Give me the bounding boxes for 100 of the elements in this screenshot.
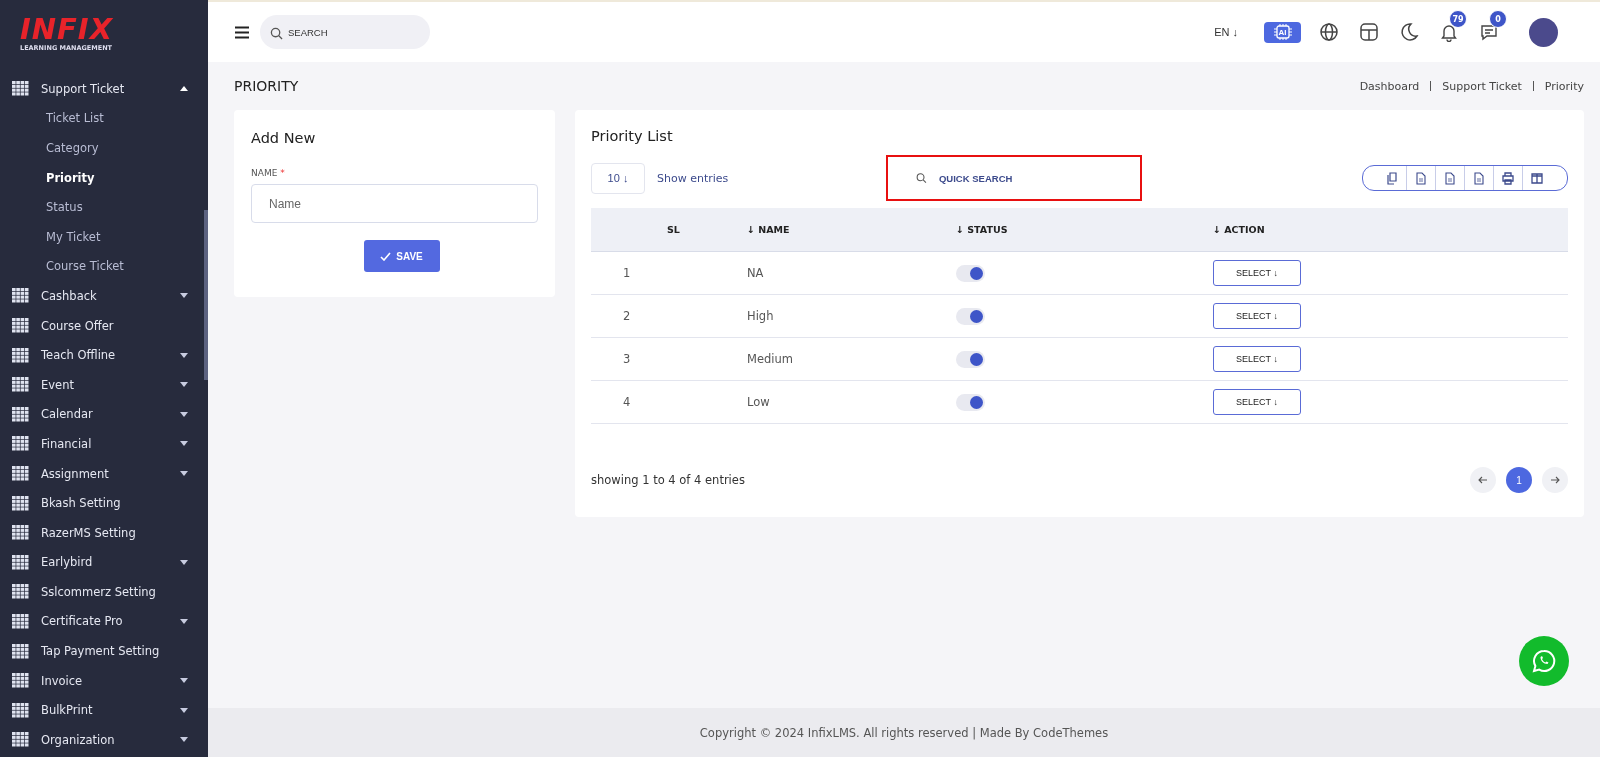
globe-icon[interactable] [1319,22,1339,42]
sidebar-item[interactable]: Cashback [0,281,208,311]
required-mark: * [280,168,285,178]
sidebar-item[interactable]: Bkash Setting [0,488,208,518]
pdf-icon [1473,171,1485,185]
breadcrumb-link[interactable]: Support Ticket [1442,79,1522,93]
sidebar-item[interactable]: Assignment [0,458,208,489]
submenu-item[interactable]: Priority [0,162,208,193]
next-page-button[interactable] [1542,467,1568,493]
column-header[interactable]: ↓ NAME [746,208,955,252]
grid-icon [12,702,29,718]
column-header[interactable]: ↓ STATUS [955,208,1212,252]
status-toggle[interactable] [956,307,985,325]
menu-icon[interactable] [234,25,250,39]
status-toggle[interactable] [956,393,985,411]
caret-icon [180,471,188,476]
breadcrumb-link[interactable]: Priority [1544,79,1584,93]
table-cell: 2 [591,294,746,338]
sidebar-item[interactable]: Support Ticket [0,74,208,104]
submenu-item[interactable]: Status [0,192,208,222]
sidebar-item[interactable]: Calendar [0,399,208,430]
sidebar-item[interactable]: RazerMS Setting [0,517,208,548]
sidebar-item[interactable]: Certificate Pro [0,606,208,637]
chip-icon [1271,24,1294,40]
caret-icon [180,737,188,743]
sidebar-item[interactable]: BulkPrint [0,695,208,726]
sidebar-item[interactable]: Earlybird [0,547,208,578]
sidebar-item[interactable]: Tap Payment Setting [0,636,208,666]
submenu-item[interactable]: Ticket List [0,103,208,134]
table-cell: 3 [591,337,746,381]
table-cell: 4 [591,380,746,424]
field-label: NAME [251,168,278,178]
ai-button[interactable]: AI [1264,21,1301,43]
grid-icon [12,732,29,748]
column-header[interactable]: SL [591,208,746,252]
page-title: PRIORITY [234,78,300,94]
moon-icon[interactable] [1399,22,1419,42]
grid-icon [12,436,29,452]
arrow-left-icon [1478,475,1488,485]
status-toggle[interactable] [956,264,985,282]
grid-icon [12,406,29,422]
search-field[interactable]: SEARCH [260,15,430,49]
caret-icon [180,293,188,299]
select-button[interactable]: SELECT ↓ [1213,260,1301,286]
sidebar-item[interactable]: Event [0,369,208,400]
table-cell: High [746,294,955,338]
search-icon [270,27,283,40]
page-button[interactable]: 1 [1506,467,1532,493]
select-button[interactable]: SELECT ↓ [1213,303,1301,329]
grid-icon [12,643,29,659]
column-header[interactable]: ↓ ACTION [1212,208,1568,252]
caret-icon [180,86,188,92]
arrow-right-icon [1550,475,1560,485]
notification-count: 79 [1449,10,1467,28]
caret-icon [180,441,188,447]
submenu-item[interactable]: My Ticket [0,221,208,252]
document-icon [1444,171,1456,185]
card-title: Add New [251,130,317,146]
columns-icon [1531,171,1543,185]
search-icon [916,172,927,184]
caret-icon [180,707,188,713]
breadcrumb-link[interactable]: Dashboard [1359,79,1420,93]
status-toggle[interactable] [956,350,985,368]
submenu-item[interactable]: Course Ticket [0,251,208,282]
page-size-select[interactable]: 10 ↓ [591,162,645,194]
sidebar-item[interactable]: Teach Offline [0,340,208,370]
sidebar-item[interactable]: Organization [0,725,208,755]
grid-icon [12,584,29,600]
message-count: 0 [1489,10,1507,28]
grid-icon [12,377,29,393]
sidebar-item[interactable]: Financial [0,429,208,459]
entries-summary: showing 1 to 4 of 4 entries [591,473,745,487]
caret-icon [180,382,188,388]
quick-search-field[interactable]: QUICK SEARCH [937,171,1141,185]
sidebar-item[interactable]: Sslcommerz Setting [0,577,208,607]
save-button[interactable]: SAVE [363,240,440,272]
submenu-item[interactable]: Category [0,133,208,163]
card-title: Priority List [591,128,674,144]
grid-icon [12,318,29,334]
select-button[interactable]: SELECT ↓ [1213,346,1301,372]
name-field[interactable]: Name [251,184,538,223]
avatar[interactable] [1529,17,1558,47]
check-icon [380,251,392,261]
caret-icon [180,352,188,358]
grid-icon [12,288,29,304]
bell-icon[interactable] [1439,22,1459,42]
grid-icon [12,525,29,541]
chat-icon[interactable] [1479,22,1499,42]
caret-icon [180,678,188,684]
grid-icon [12,554,29,570]
select-button[interactable]: SELECT ↓ [1213,389,1301,415]
sidebar-item[interactable]: Course Offer [0,310,208,341]
table-cell: NA [746,251,955,295]
caret-icon [180,619,188,624]
previous-page-button[interactable] [1470,467,1496,493]
layout-icon[interactable] [1359,22,1379,42]
grid-icon [12,81,29,97]
language-selector[interactable]: EN ↓ [1214,26,1238,38]
copyright-text: Copyright © 2024 InfixLMS. All rights reserved | Made By CodeThemes [699,725,1109,740]
sidebar-item[interactable]: Invoice [0,665,208,696]
